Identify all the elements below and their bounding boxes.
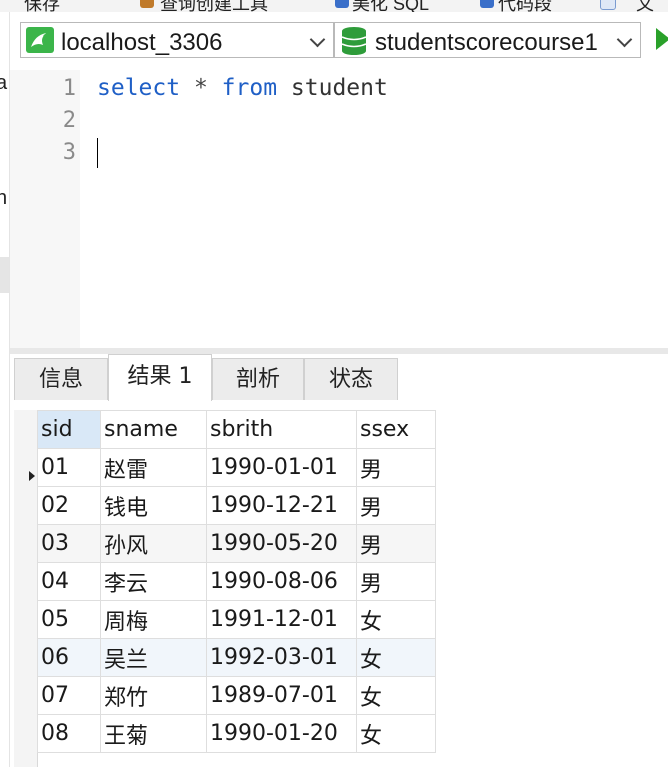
- table-row[interactable]: 08 王菊 1990-01-20 女: [37, 714, 436, 753]
- table-cell[interactable]: 赵雷: [100, 448, 207, 487]
- run-icon[interactable]: [656, 28, 668, 50]
- table-cell[interactable]: 周梅: [100, 600, 207, 639]
- table-cell[interactable]: 女: [356, 714, 436, 753]
- table-row[interactable]: 02 钱电 1990-12-21 男: [37, 486, 436, 525]
- table-cell[interactable]: 1990-05-20: [206, 524, 357, 563]
- mysql-connection-icon: [26, 27, 54, 53]
- keyword-select: select: [97, 75, 181, 101]
- tab-info[interactable]: 信息: [14, 358, 108, 400]
- table-cell[interactable]: 1990-01-01: [206, 448, 357, 487]
- keyword-from: from: [221, 75, 278, 101]
- table-row[interactable]: 07 郑竹 1989-07-01 女: [37, 676, 436, 715]
- column-header-sid[interactable]: sid: [37, 410, 101, 449]
- tab-profile[interactable]: 剖析: [212, 358, 304, 400]
- navigator-panel-edge: a n: [0, 12, 10, 767]
- result-tabs: 信息 结果 1 剖析 状态: [14, 354, 668, 401]
- table-cell[interactable]: 04: [37, 562, 101, 601]
- clipped-text: n: [0, 187, 7, 210]
- table-cell[interactable]: 1989-07-01: [206, 676, 357, 715]
- table-cell[interactable]: 03: [37, 524, 101, 563]
- clipped-selection: [0, 257, 9, 293]
- table-cell[interactable]: 1990-12-21: [206, 486, 357, 525]
- table-identifier: student: [290, 75, 388, 101]
- line-number: 2: [62, 108, 76, 133]
- table-cell[interactable]: 郑竹: [100, 676, 207, 715]
- table-cell[interactable]: 男: [356, 524, 436, 563]
- connection-select[interactable]: localhost_3306: [20, 22, 334, 58]
- query-builder-icon: [140, 0, 154, 8]
- table-cell[interactable]: 女: [356, 600, 436, 639]
- text-icon: [600, 0, 616, 10]
- result-table: sid sname sbrith ssex 01 赵雷 1990-01-01 男…: [37, 410, 436, 753]
- table-cell[interactable]: 06: [37, 638, 101, 677]
- operator-star: *: [193, 75, 208, 101]
- table-cell[interactable]: 男: [356, 448, 436, 487]
- table-cell[interactable]: 08: [37, 714, 101, 753]
- row-header-column: [14, 410, 38, 767]
- table-row[interactable]: 06 吴兰 1992-03-01 女: [37, 638, 436, 677]
- chevron-down-icon[interactable]: [616, 31, 633, 48]
- table-row[interactable]: 01 赵雷 1990-01-01 男: [37, 448, 436, 487]
- current-row-pointer-icon: [29, 471, 35, 481]
- table-cell[interactable]: 李云: [100, 562, 207, 601]
- column-header-sname[interactable]: sname: [100, 410, 207, 449]
- table-cell[interactable]: 王菊: [100, 714, 207, 753]
- table-cell[interactable]: 05: [37, 600, 101, 639]
- code-line-1[interactable]: select * from student: [97, 75, 388, 101]
- table-row[interactable]: 04 李云 1990-08-06 男: [37, 562, 436, 601]
- beautify-sql-icon: [335, 0, 349, 8]
- line-number: 3: [62, 140, 76, 165]
- code-snippet-icon: [480, 0, 494, 8]
- table-cell[interactable]: 1991-12-01: [206, 600, 357, 639]
- line-number-gutter: 1 2 3: [10, 70, 80, 348]
- database-icon: [341, 27, 367, 55]
- chevron-down-icon[interactable]: [309, 31, 326, 48]
- result-grid: sid sname sbrith ssex 01 赵雷 1990-01-01 男…: [14, 400, 668, 767]
- connection-name: localhost_3306: [61, 29, 223, 56]
- sql-editor[interactable]: 1 2 3 select * from student: [10, 70, 668, 348]
- table-row[interactable]: 03 孙风 1990-05-20 男: [37, 524, 436, 563]
- table-cell[interactable]: 男: [356, 562, 436, 601]
- table-cell[interactable]: 钱电: [100, 486, 207, 525]
- line-number: 1: [62, 76, 76, 101]
- table-cell[interactable]: 女: [356, 638, 436, 677]
- table-cell[interactable]: 1990-01-20: [206, 714, 357, 753]
- database-name: studentscorecourse1: [375, 29, 598, 56]
- table-cell[interactable]: 吴兰: [100, 638, 207, 677]
- database-select[interactable]: studentscorecourse1: [334, 22, 641, 58]
- table-cell[interactable]: 02: [37, 486, 101, 525]
- table-cell[interactable]: 女: [356, 676, 436, 715]
- table-header-row: sid sname sbrith ssex: [37, 410, 436, 449]
- table-row[interactable]: 05 周梅 1991-12-01 女: [37, 600, 436, 639]
- table-cell[interactable]: 01: [37, 448, 101, 487]
- table-cell[interactable]: 孙风: [100, 524, 207, 563]
- table-cell[interactable]: 1990-08-06: [206, 562, 357, 601]
- table-cell[interactable]: 07: [37, 676, 101, 715]
- tab-status[interactable]: 状态: [304, 358, 398, 400]
- tab-result-1[interactable]: 结果 1: [108, 354, 212, 401]
- table-cell[interactable]: 男: [356, 486, 436, 525]
- connection-bar: localhost_3306 studentscorecourse1: [10, 12, 668, 70]
- column-header-sbrith[interactable]: sbrith: [206, 410, 357, 449]
- table-cell[interactable]: 1992-03-01: [206, 638, 357, 677]
- column-header-ssex[interactable]: ssex: [356, 410, 436, 449]
- text-cursor: [97, 138, 98, 168]
- clipped-text: a: [0, 72, 7, 95]
